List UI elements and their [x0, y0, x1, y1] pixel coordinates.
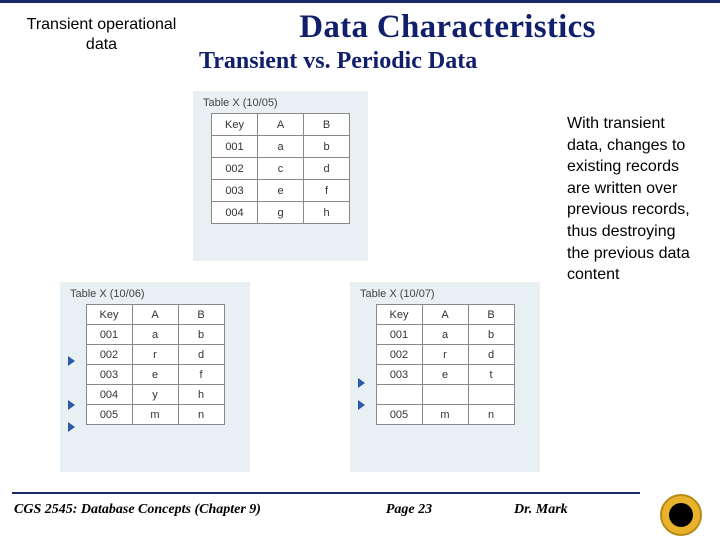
- university-seal-icon: [660, 494, 702, 536]
- col-header: A: [132, 305, 178, 325]
- table-caption: Table X (10/05): [193, 91, 368, 113]
- col-header: A: [422, 305, 468, 325]
- change-marker-icon: [68, 356, 75, 366]
- change-marker-icon: [68, 422, 75, 432]
- footer-page: Page 23: [334, 502, 484, 518]
- slide-footer: CGS 2545: Database Concepts (Chapter 9) …: [0, 492, 720, 540]
- col-header: B: [304, 114, 350, 136]
- data-table: Key A B 001ab 002rd 003et 005mn: [376, 304, 515, 425]
- slide-header: Transient operational data Data Characte…: [0, 3, 720, 77]
- change-marker-icon: [358, 378, 365, 388]
- data-table: Key A B 001ab 002rd 003ef 004yh 005mn: [86, 304, 225, 425]
- table-snapshot-3: Table X (10/07) Key A B 001ab 002rd 003e…: [350, 282, 540, 472]
- col-header: B: [178, 305, 224, 325]
- col-header: A: [258, 114, 304, 136]
- footer-author: Dr. Mark: [484, 502, 654, 518]
- header-right: Data Characteristics Transient vs. Perio…: [189, 9, 706, 75]
- change-marker-icon: [358, 400, 365, 410]
- col-header: Key: [86, 305, 132, 325]
- slide-title: Data Characteristics: [189, 9, 706, 46]
- header-left-label: Transient operational data: [14, 9, 189, 55]
- table-caption: Table X (10/06): [60, 282, 250, 304]
- col-header: B: [468, 305, 514, 325]
- data-table: Key A B 001ab 002cd 003ef 004gh: [211, 113, 350, 224]
- table-snapshot-1: Table X (10/05) Key A B 001ab 002cd 003e…: [193, 91, 368, 261]
- footer-course: CGS 2545: Database Concepts (Chapter 9): [14, 502, 334, 518]
- description-text: With transient data, changes to existing…: [567, 113, 702, 286]
- col-header: Key: [212, 114, 258, 136]
- col-header: Key: [376, 305, 422, 325]
- table-caption: Table X (10/07): [350, 282, 540, 304]
- change-marker-icon: [68, 400, 75, 410]
- slide-content: With transient data, changes to existing…: [0, 77, 720, 477]
- table-snapshot-2: Table X (10/06) Key A B 001ab 002rd 003e…: [60, 282, 250, 472]
- slide-subtitle: Transient vs. Periodic Data: [189, 48, 706, 75]
